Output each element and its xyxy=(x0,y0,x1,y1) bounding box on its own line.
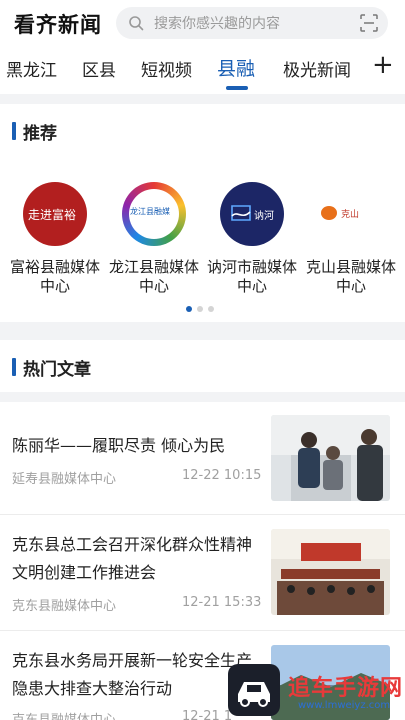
section-bar xyxy=(12,358,16,376)
article-title: 克东县水务局开展新一轮安全生产隐患大排查大整治行动 xyxy=(12,651,253,698)
media-item[interactable]: 讷河 讷河市融媒体中心 xyxy=(202,182,302,296)
top-bar: 看齐新闻 搜索你感兴趣的内容 xyxy=(0,0,405,46)
carousel-dot[interactable] xyxy=(197,306,203,312)
active-tab-indicator xyxy=(226,86,248,90)
article-source: 延寿县融媒体中心 xyxy=(12,472,117,487)
article-source: 克东县融媒体中心 xyxy=(12,599,117,614)
carousel-dots xyxy=(186,306,214,312)
media-logo: 走进富裕 xyxy=(23,182,87,246)
watermark-logo xyxy=(228,664,280,716)
hot-header: 热门文章 xyxy=(12,356,91,380)
article-thumbnail xyxy=(271,529,390,615)
hot-title: 热门文章 xyxy=(23,359,91,380)
media-name: 富裕县融媒体中心 xyxy=(9,258,100,295)
media-item[interactable]: 克山 克山县融媒体中心 xyxy=(301,182,401,296)
media-logo: 克山 xyxy=(319,182,383,246)
tab-district[interactable]: 区县 xyxy=(82,56,116,81)
site-watermark: 追车手游网 www.lmweiyz.com xyxy=(228,662,405,720)
tab-county-media[interactable]: 县融 xyxy=(217,54,255,81)
media-name: 克山县融媒体中心 xyxy=(305,258,396,295)
watermark-text: 追车手游网 xyxy=(288,676,404,701)
media-item[interactable]: 龙江县融媒 龙江县融媒体中心 xyxy=(104,182,204,296)
article-title: 克东县总工会召开深化群众性精神文明创建工作推进会 xyxy=(12,535,253,582)
article-title: 陈丽华——履职尽责 倾心为民 xyxy=(12,436,226,455)
article-time: 12-21 1 xyxy=(182,709,233,720)
search-icon xyxy=(129,16,144,31)
media-logo: 讷河 xyxy=(220,182,284,246)
tab-short-video[interactable]: 短视频 xyxy=(141,56,192,81)
add-tab-icon[interactable]: + xyxy=(372,50,394,80)
app-title: 看齐新闻 xyxy=(14,13,102,37)
article-time: 12-22 10:15 xyxy=(182,468,262,483)
media-name: 龙江县融媒体中心 xyxy=(108,258,199,295)
section-bar xyxy=(12,122,16,140)
search-box[interactable]: 搜索你感兴趣的内容 xyxy=(116,7,388,39)
carousel-dot[interactable] xyxy=(186,306,192,312)
article-thumbnail xyxy=(271,415,390,501)
carousel-dot[interactable] xyxy=(208,306,214,312)
article-source: 克东县融媒体中心 xyxy=(12,709,116,720)
media-item[interactable]: 走进富裕 富裕县融媒体中心 xyxy=(5,182,105,296)
article-time: 12-21 15:33 xyxy=(182,595,262,610)
media-name: 讷河市融媒体中心 xyxy=(206,258,297,295)
recommend-header: 推荐 xyxy=(12,120,57,144)
search-placeholder: 搜索你感兴趣的内容 xyxy=(154,16,280,32)
tab-aurora-news[interactable]: 极光新闻 xyxy=(283,56,351,81)
article-item[interactable]: 陈丽华——履职尽责 倾心为民 延寿县融媒体中心 12-22 10:15 xyxy=(0,402,405,514)
scan-icon[interactable] xyxy=(360,14,378,32)
recommend-title: 推荐 xyxy=(23,123,57,144)
hot-section-header: 热门文章 xyxy=(0,340,405,392)
media-logo: 龙江县融媒 xyxy=(122,182,186,246)
tab-heilongjiang[interactable]: 黑龙江 xyxy=(6,56,57,81)
article-item[interactable]: 克东县总工会召开深化群众性精神文明创建工作推进会 克东县融媒体中心 12-21 … xyxy=(0,515,405,630)
channel-tabs: 黑龙江 区县 短视频 县融 极光新闻 + xyxy=(0,46,405,94)
watermark-url: www.lmweiyz.com xyxy=(298,700,391,711)
